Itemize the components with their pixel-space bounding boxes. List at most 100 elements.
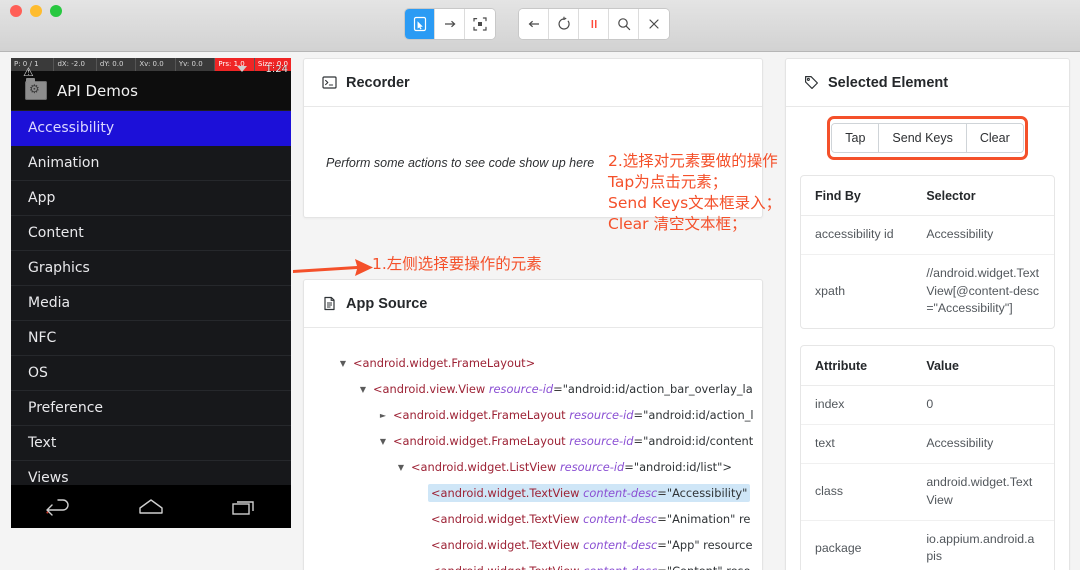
element-actions-wrapper: Tap Send Keys Clear — [800, 123, 1055, 153]
device-list: Accessibility Animation App Content Grap… — [11, 111, 291, 496]
caret-down-icon[interactable]: ▼ — [336, 359, 350, 368]
tree-node-attr: resource-id — [489, 382, 553, 396]
close-window-button[interactable] — [10, 5, 22, 17]
tree-row[interactable]: ▼ <android.widget.FrameLayout resource-i… — [304, 428, 762, 454]
caret-down-icon[interactable]: ▼ — [394, 463, 408, 472]
swipe-tool-button[interactable] — [435, 9, 465, 39]
device-list-item-accessibility[interactable]: Accessibility — [11, 111, 291, 146]
caret-down-icon[interactable]: ▼ — [356, 385, 370, 394]
device-list-item-animation[interactable]: Animation — [11, 146, 291, 181]
tree-node-value: "Content" reso — [667, 564, 751, 570]
quit-session-button[interactable] — [639, 9, 669, 39]
tree-node-attr: content-desc — [583, 538, 657, 552]
dropdown-triangle-icon — [237, 66, 247, 72]
document-icon — [322, 296, 337, 311]
pause-recording-button[interactable] — [579, 9, 609, 39]
caret-right-icon[interactable]: ► — [376, 411, 390, 420]
table-row[interactable]: package io.appium.android.apis — [801, 520, 1054, 570]
device-app-title: API Demos — [57, 82, 138, 100]
close-icon — [646, 16, 662, 32]
pointer-pressure: Prs: 1.0 — [215, 58, 255, 71]
pointer-yv: Yv: 0.0 — [176, 58, 216, 71]
back-button[interactable] — [519, 9, 549, 39]
annotation-step-2: 2.选择对元素要做的操作 Tap为点击元素； Send Keys文本框录入； C… — [608, 151, 781, 235]
tree-row[interactable]: ▼ <android.view.View resource-id="androi… — [304, 376, 762, 402]
device-list-item-content[interactable]: Content — [11, 216, 291, 251]
device-list-item-media[interactable]: Media — [11, 286, 291, 321]
tree-node-tag: <android.widget.FrameLayout — [393, 408, 569, 422]
cursor-in-screen-icon — [412, 16, 428, 32]
tree-node-eq: = — [634, 408, 644, 422]
device-navigation-bar — [11, 485, 291, 528]
attribute-name: package — [801, 520, 912, 570]
tree-node-value: "Accessibility" — [667, 486, 748, 500]
toolbar-group-actions — [405, 9, 495, 39]
refresh-icon — [556, 16, 572, 32]
attribute-value: Accessibility — [912, 425, 1054, 464]
recorder-panel-header: Recorder — [304, 59, 762, 107]
zoom-window-button[interactable] — [50, 5, 62, 17]
selector-table-header-selector: Selector — [912, 176, 1054, 216]
app-icon — [25, 81, 47, 100]
table-row[interactable]: index 0 — [801, 386, 1054, 425]
tree-node-value: "Animation" re — [667, 512, 751, 526]
tree-node-eq: = — [657, 564, 667, 570]
annotation-step-1: 1.左侧选择要操作的元素 — [372, 254, 542, 275]
warning-icon: ⚠ — [23, 65, 34, 79]
tap-coordinates-tool-button[interactable] — [465, 9, 495, 39]
app-source-tree[interactable]: ▼ <android.widget.FrameLayout> ▼ <androi… — [304, 328, 762, 570]
caret-down-icon[interactable]: ▼ — [376, 437, 390, 446]
home-nav-icon[interactable] — [134, 496, 168, 518]
table-row[interactable]: class android.widget.TextView — [801, 463, 1054, 520]
pointer-dx: dX: -2.0 — [54, 58, 96, 71]
tree-node-tag: <android.widget.TextView — [431, 486, 583, 500]
refresh-source-button[interactable] — [549, 9, 579, 39]
tree-row[interactable]: ► <android.widget.FrameLayout resource-i… — [304, 402, 762, 428]
table-row[interactable]: text Accessibility — [801, 425, 1054, 464]
table-row[interactable]: xpath //android.widget.TextView[@content… — [801, 254, 1054, 328]
tree-node-tag: <android.widget.ListView — [411, 460, 560, 474]
traffic-light-buttons — [10, 5, 62, 17]
back-nav-icon[interactable] — [41, 496, 75, 518]
selector-findby-value: xpath — [801, 254, 912, 328]
tree-row[interactable]: ▼ <android.widget.FrameLayout> — [304, 350, 762, 376]
device-clock: 1:24 — [266, 64, 288, 75]
minimize-window-button[interactable] — [30, 5, 42, 17]
annotation-arrow-1 — [293, 255, 375, 281]
tree-row[interactable]: <android.widget.TextView content-desc="A… — [304, 532, 762, 558]
selected-element-panel-title: Selected Element — [828, 75, 948, 91]
tree-node-tag: <android.widget.TextView — [431, 538, 583, 552]
tag-icon — [804, 75, 819, 90]
element-actions-group: Tap Send Keys Clear — [831, 123, 1024, 153]
attribute-value: 0 — [912, 386, 1054, 425]
device-list-item-text[interactable]: Text — [11, 426, 291, 461]
device-list-item-preference[interactable]: Preference — [11, 391, 291, 426]
tree-row[interactable]: ▼ <android.widget.ListView resource-id="… — [304, 454, 762, 480]
table-row[interactable]: accessibility id Accessibility — [801, 216, 1054, 255]
tree-node-eq: = — [634, 434, 644, 448]
device-list-item-app[interactable]: App — [11, 181, 291, 216]
table-header-row: Find By Selector — [801, 176, 1054, 216]
attribute-card: Attribute Value index 0 text Accessibili… — [800, 345, 1055, 570]
tree-row[interactable]: <android.widget.TextView content-desc="C… — [304, 558, 762, 570]
select-element-tool-button[interactable] — [405, 9, 435, 39]
tree-row[interactable]: <android.widget.TextView content-desc="A… — [304, 506, 762, 532]
selected-element-panel-header: Selected Element — [786, 59, 1069, 107]
tree-row-selected[interactable]: <android.widget.TextView content-desc="A… — [304, 480, 762, 506]
tree-node-tag: <android.widget.TextView — [431, 564, 583, 570]
clear-button[interactable]: Clear — [967, 124, 1023, 152]
device-screen-mirror[interactable]: P: 0 / 1 dX: -2.0 dY: 0.0 Xv: 0.0 Yv: 0.… — [11, 58, 291, 528]
device-list-item-graphics[interactable]: Graphics — [11, 251, 291, 286]
tree-node-tag: <android.view.View — [373, 382, 489, 396]
search-button[interactable] — [609, 9, 639, 39]
tree-node-value: "android:id/list"> — [634, 460, 732, 474]
selector-table: Find By Selector accessibility id Access… — [801, 176, 1054, 328]
tap-button[interactable]: Tap — [832, 124, 879, 152]
recents-nav-icon[interactable] — [227, 496, 261, 518]
device-list-item-os[interactable]: OS — [11, 356, 291, 391]
tree-node-value: "android:id/content — [643, 434, 753, 448]
toolbar — [405, 9, 669, 39]
device-list-item-nfc[interactable]: NFC — [11, 321, 291, 356]
tree-node-tag: <android.widget.TextView — [431, 512, 583, 526]
send-keys-button[interactable]: Send Keys — [879, 124, 966, 152]
